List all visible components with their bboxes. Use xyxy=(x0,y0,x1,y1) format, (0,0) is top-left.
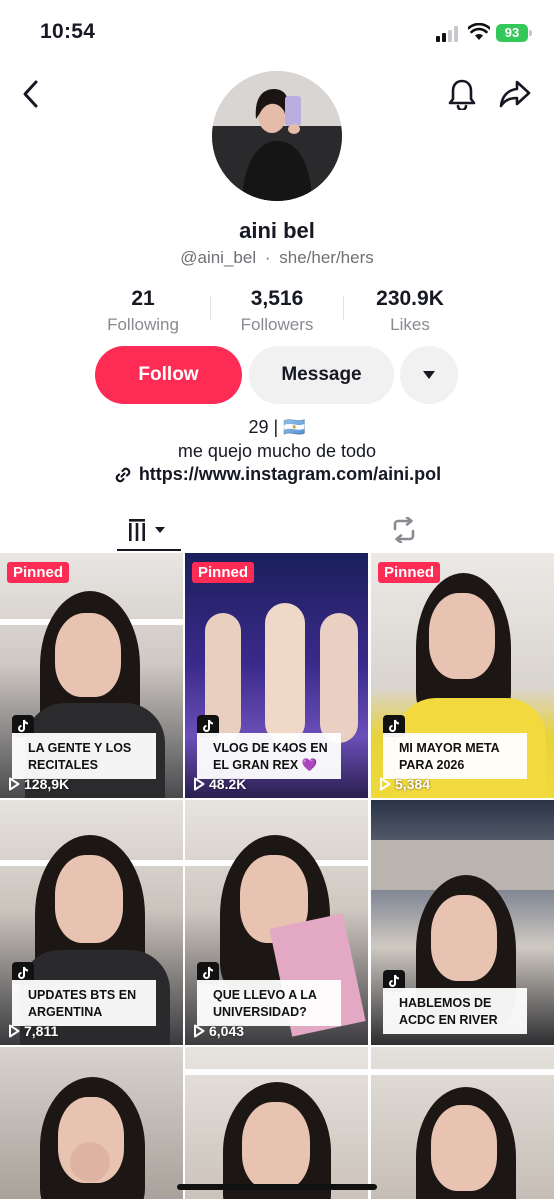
thumbnail-figure xyxy=(320,613,358,743)
play-icon xyxy=(194,1024,205,1038)
video-thumbnail[interactable]: Pinned LA GENTE Y LOS RECITALES 128,9K xyxy=(0,553,183,798)
bio-link[interactable]: https://www.instagram.com/aini.pol xyxy=(0,464,554,485)
video-thumbnail[interactable]: Pinned MI MAYOR META PARA 2026 5,384 xyxy=(371,553,554,798)
view-count: 48.2K xyxy=(193,776,246,792)
bio-line-2: me quejo mucho de todo xyxy=(177,441,377,461)
shelf-decoration xyxy=(185,1069,368,1075)
pronouns: she/her/hers xyxy=(279,248,374,267)
view-count-text: 48.2K xyxy=(209,776,247,792)
suggested-accounts-button[interactable] xyxy=(400,346,458,404)
following-count: 21 xyxy=(131,287,155,310)
video-caption: QUE LLEVO A LA UNIVERSIDAD? xyxy=(197,980,341,1026)
thumbnail-face xyxy=(55,855,123,943)
play-icon xyxy=(9,777,20,791)
share-arrow-icon xyxy=(499,80,531,108)
shelf-decoration xyxy=(371,1069,554,1075)
thumbnail-face xyxy=(242,1102,310,1190)
thumbnail-face xyxy=(55,613,121,697)
pinned-badge: Pinned xyxy=(192,562,255,583)
view-count-text: 7,811 xyxy=(24,1023,59,1039)
video-thumbnail[interactable]: Pinned VLOG DE K4OS EN EL GRAN REX 💜 48.… xyxy=(185,553,368,798)
thumbnail-face xyxy=(431,1105,497,1191)
battery-nub xyxy=(529,30,532,36)
home-indicator[interactable] xyxy=(177,1184,377,1190)
thumbnail-figure xyxy=(265,603,305,743)
video-grid: Pinned LA GENTE Y LOS RECITALES 128,9K P… xyxy=(0,553,554,1199)
videos-grid-icon xyxy=(129,519,165,541)
username: @aini_bel xyxy=(180,248,257,267)
thumbnail-face xyxy=(431,895,497,981)
video-thumbnail[interactable] xyxy=(371,1047,554,1199)
avatar-photo xyxy=(212,71,342,201)
share-button[interactable] xyxy=(498,77,532,111)
video-thumbnail[interactable]: UPDATES BTS EN ARGENTINA 7,811 xyxy=(0,800,183,1045)
video-thumbnail[interactable] xyxy=(185,1047,368,1199)
active-tab-indicator xyxy=(117,549,181,551)
bell-icon xyxy=(448,79,476,110)
stat-likes[interactable]: 230.9K Likes xyxy=(335,287,485,335)
view-count-text: 5,384 xyxy=(395,776,431,792)
play-icon xyxy=(194,777,205,791)
video-caption: VLOG DE K4OS EN EL GRAN REX 💜 xyxy=(197,733,341,779)
video-caption: MI MAYOR META PARA 2026 xyxy=(383,733,527,779)
wifi-icon xyxy=(468,23,490,40)
play-icon xyxy=(9,1024,20,1038)
view-count: 5,384 xyxy=(379,776,430,792)
play-icon xyxy=(380,777,391,791)
caret-down-icon xyxy=(423,371,435,379)
chevron-left-icon xyxy=(23,80,38,108)
video-thumbnail[interactable] xyxy=(0,1047,183,1199)
battery-indicator: 93 xyxy=(496,24,528,42)
follow-button[interactable]: Follow xyxy=(95,346,242,404)
handle-row: @aini_bel · she/her/hers xyxy=(0,248,554,268)
pinned-badge: Pinned xyxy=(7,562,70,583)
bio-link-text: https://www.instagram.com/aini.pol xyxy=(138,464,442,484)
message-button[interactable]: Message xyxy=(249,346,394,404)
likes-label: Likes xyxy=(390,315,430,334)
video-caption: HABLEMOS DE ACDC EN RIVER xyxy=(383,988,527,1034)
followers-count: 3,516 xyxy=(250,287,304,310)
likes-count: 230.9K xyxy=(376,287,444,310)
tab-videos[interactable] xyxy=(117,510,181,550)
back-button[interactable] xyxy=(14,77,48,111)
link-icon xyxy=(115,467,131,482)
view-count: 128,9K xyxy=(8,776,69,792)
video-thumbnail[interactable]: QUE LLEVO A LA UNIVERSIDAD? 6,043 xyxy=(185,800,368,1045)
pinned-badge: Pinned xyxy=(378,562,441,583)
followers-label: Followers xyxy=(240,315,314,334)
view-count-text: 6,043 xyxy=(209,1023,245,1039)
stat-following[interactable]: 21 Following xyxy=(68,287,218,335)
cellular-signal-icon xyxy=(436,26,458,42)
view-count: 6,043 xyxy=(193,1023,244,1039)
view-count-text: 128,9K xyxy=(24,776,70,792)
handle-separator: · xyxy=(264,248,271,267)
notification-bell-button[interactable] xyxy=(445,77,479,111)
thumbnail-hand xyxy=(70,1142,110,1182)
video-thumbnail[interactable]: HABLEMOS DE ACDC EN RIVER xyxy=(371,800,554,1045)
video-caption: UPDATES BTS EN ARGENTINA xyxy=(12,980,156,1026)
thumbnail-face xyxy=(429,593,495,679)
view-count: 7,811 xyxy=(8,1023,58,1039)
stat-followers[interactable]: 3,516 Followers xyxy=(202,287,352,335)
status-time: 10:54 xyxy=(40,20,96,43)
profile-avatar[interactable] xyxy=(212,71,342,201)
video-caption: LA GENTE Y LOS RECITALES xyxy=(12,733,156,779)
repost-icon xyxy=(393,517,415,543)
bio-line-1: 29 | 🇦🇷 xyxy=(248,417,306,437)
tab-reposts[interactable] xyxy=(372,510,436,550)
following-label: Following xyxy=(107,315,179,334)
profile-name: aini bel xyxy=(239,218,315,243)
